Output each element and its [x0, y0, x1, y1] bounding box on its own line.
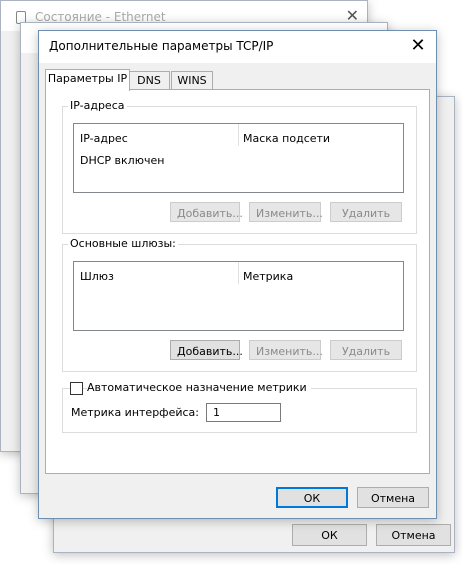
column-separator — [238, 262, 239, 284]
interface-metric-input[interactable]: 1 — [206, 403, 281, 422]
tab-dns[interactable]: DNS — [128, 71, 170, 90]
dialog-titlebar: Дополнительные параметры TCP/IP ✕ — [39, 31, 436, 63]
ip-settings-panel: IP-адреса IP-адрес Маска подсети DHCP вк… — [45, 89, 430, 474]
tab-wins[interactable]: WINS — [171, 71, 213, 90]
cancel-button[interactable]: Отмена — [357, 487, 429, 508]
background-cancel-button[interactable]: Отмена — [376, 524, 451, 546]
column-header-metric[interactable]: Метрика — [243, 270, 293, 283]
auto-metric-checkbox[interactable] — [70, 382, 83, 395]
dialog-title: Дополнительные параметры TCP/IP — [49, 39, 274, 53]
interface-metric-label: Метрика интерфейса: — [71, 406, 199, 419]
column-header-ip[interactable]: IP-адрес — [80, 132, 128, 145]
ip-address-list[interactable]: IP-адрес Маска подсети DHCP включен — [73, 123, 404, 193]
metric-group: Автоматическое назначение метрики Метрик… — [62, 381, 417, 433]
add-ip-button[interactable]: Добавить... — [170, 202, 243, 222]
background-ok-button[interactable]: ОК — [292, 524, 367, 546]
remove-ip-button[interactable]: Удалить — [330, 202, 402, 222]
ip-addresses-legend: IP-адреса — [68, 99, 127, 112]
column-separator — [238, 124, 239, 146]
add-gateway-button[interactable]: Добавить... — [170, 340, 243, 360]
remove-gateway-button[interactable]: Удалить — [330, 340, 402, 360]
auto-metric-label[interactable]: Автоматическое назначение метрики — [87, 381, 311, 394]
advanced-tcpip-dialog: Дополнительные параметры TCP/IP ✕ Параме… — [38, 30, 437, 519]
ip-addresses-group: IP-адреса IP-адрес Маска подсети DHCP вк… — [62, 99, 417, 234]
list-item[interactable]: DHCP включен — [80, 154, 164, 167]
column-header-mask[interactable]: Маска подсети — [243, 132, 330, 145]
gateway-list[interactable]: Шлюз Метрика — [73, 261, 404, 331]
column-header-gateway[interactable]: Шлюз — [80, 270, 114, 283]
ok-button[interactable]: ОК — [276, 487, 348, 508]
tab-ip-settings[interactable]: Параметры IP — [45, 69, 130, 91]
edit-gateway-button[interactable]: Изменить... — [249, 340, 323, 360]
close-icon[interactable]: ✕ — [408, 36, 428, 56]
gateways-legend: Основные шлюзы: — [68, 237, 178, 250]
gateways-group: Основные шлюзы: Шлюз Метрика Добавить...… — [62, 237, 417, 372]
edit-ip-button[interactable]: Изменить... — [249, 202, 323, 222]
